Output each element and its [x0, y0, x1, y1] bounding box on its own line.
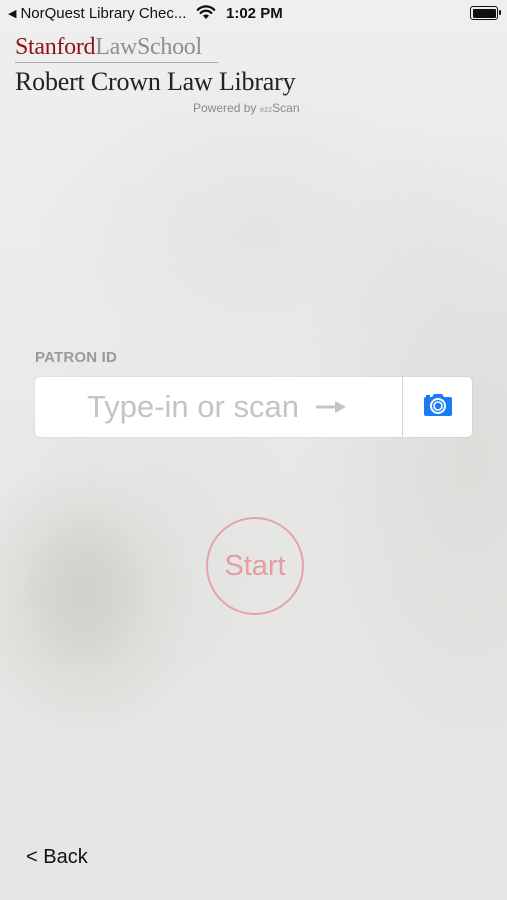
- start-button[interactable]: Start: [206, 517, 304, 615]
- library-name: Robert Crown Law Library: [15, 67, 296, 96]
- wifi-icon: [196, 4, 216, 24]
- powered-brand-small: ezz: [259, 105, 273, 114]
- logo-lawschool: LawSchool: [95, 34, 202, 60]
- arrow-right-icon: [315, 399, 348, 420]
- status-bar: ◀ NorQuest Library Chec... 1:02 PM: [0, 0, 507, 28]
- battery-icon: [470, 6, 501, 20]
- powered-by: Powered by ezzScan: [193, 101, 300, 115]
- status-time: 1:02 PM: [226, 5, 283, 22]
- stanford-law-school-logo: StanfordLawSchool: [15, 34, 295, 60]
- patron-input-group: [35, 377, 472, 437]
- powered-brand: Scan: [272, 101, 300, 115]
- back-app-name: NorQuest Library Chec...: [20, 5, 187, 22]
- camera-icon: [422, 393, 454, 422]
- logo-divider: [15, 62, 218, 63]
- patron-id-label: PATRON ID: [35, 349, 118, 366]
- start-label: Start: [224, 549, 286, 582]
- logo: StanfordLawSchool Robert Crown Law Libra…: [15, 34, 296, 97]
- powered-by-text: Powered by: [193, 101, 257, 115]
- back-triangle-icon: ◀: [8, 8, 17, 20]
- logo-stanford: Stanford: [15, 34, 96, 60]
- camera-scan-button[interactable]: [403, 377, 472, 437]
- background-image: [0, 0, 507, 900]
- back-to-app[interactable]: ◀ NorQuest Library Chec...: [8, 5, 186, 22]
- back-button[interactable]: < Back: [26, 846, 88, 869]
